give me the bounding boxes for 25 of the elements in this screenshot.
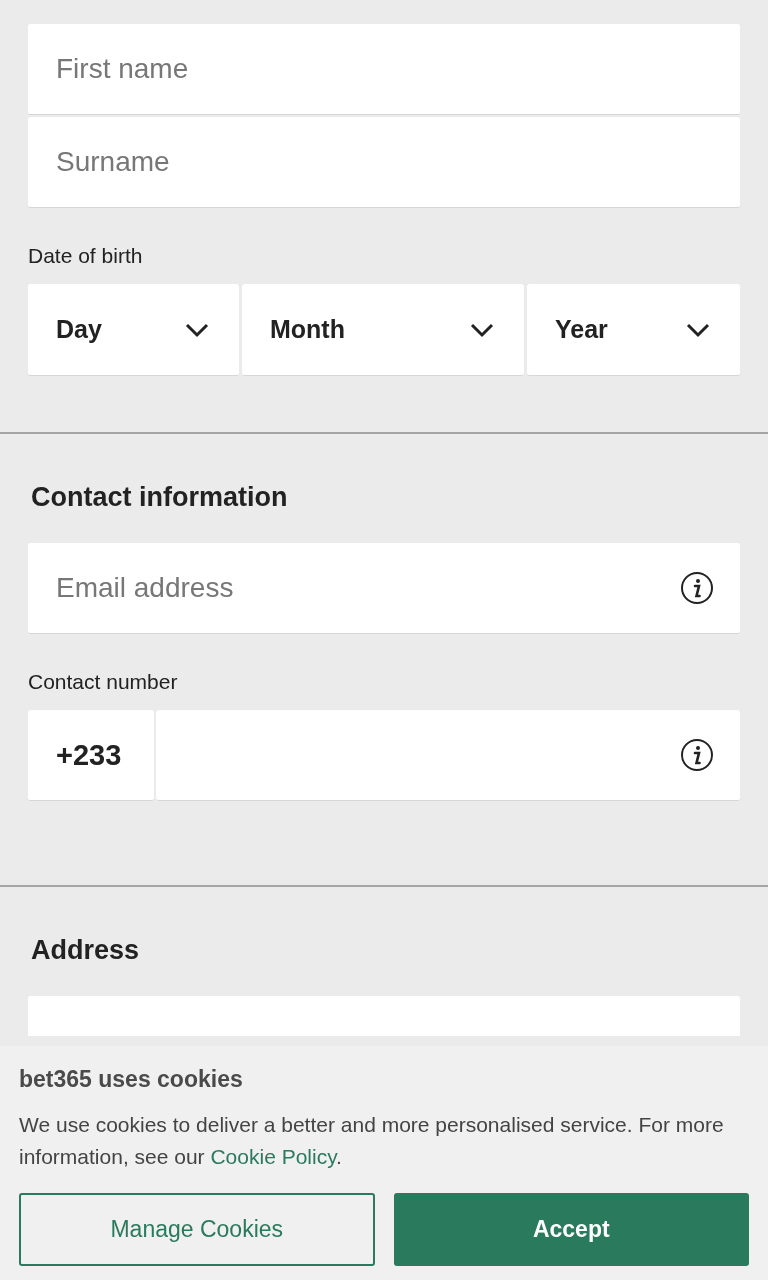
field-label: Contact number [28, 670, 179, 694]
country-code-select[interactable]: +233 [28, 710, 154, 801]
chevron-down-icon [185, 321, 209, 338]
banner-title: bet365 uses cookies [19, 1066, 244, 1093]
dropdown-value: Year [555, 315, 608, 344]
chevron-down-icon [470, 321, 494, 338]
text-field[interactable]: First name [28, 24, 740, 115]
info-icon[interactable] [680, 738, 714, 772]
text-field[interactable]: Surname [28, 117, 740, 208]
accept-button[interactable]: Accept [393, 1193, 749, 1266]
field-label: Date of birth [28, 244, 144, 268]
chevron-down-icon [686, 321, 710, 338]
cookie-policy-link[interactable]: Cookie Policy [210, 1145, 337, 1168]
dropdown-value: Month [270, 315, 345, 344]
manage-cookies-button[interactable]: Manage Cookies [19, 1193, 375, 1266]
section-heading: Address [31, 935, 141, 966]
dropdown[interactable]: Day [28, 284, 239, 376]
dropdown[interactable]: Month [242, 284, 524, 376]
dropdown[interactable]: Year [527, 284, 740, 376]
section-heading: Contact information [31, 482, 289, 513]
dropdown-value: Day [56, 315, 102, 344]
info-icon[interactable] [680, 571, 714, 605]
banner-text: We use cookies to deliver a better and more personalised service. For more information, see our Cookie Policy. [19, 1112, 725, 1170]
phone-field[interactable] [156, 710, 740, 801]
email-field[interactable]: Email address [28, 543, 740, 634]
